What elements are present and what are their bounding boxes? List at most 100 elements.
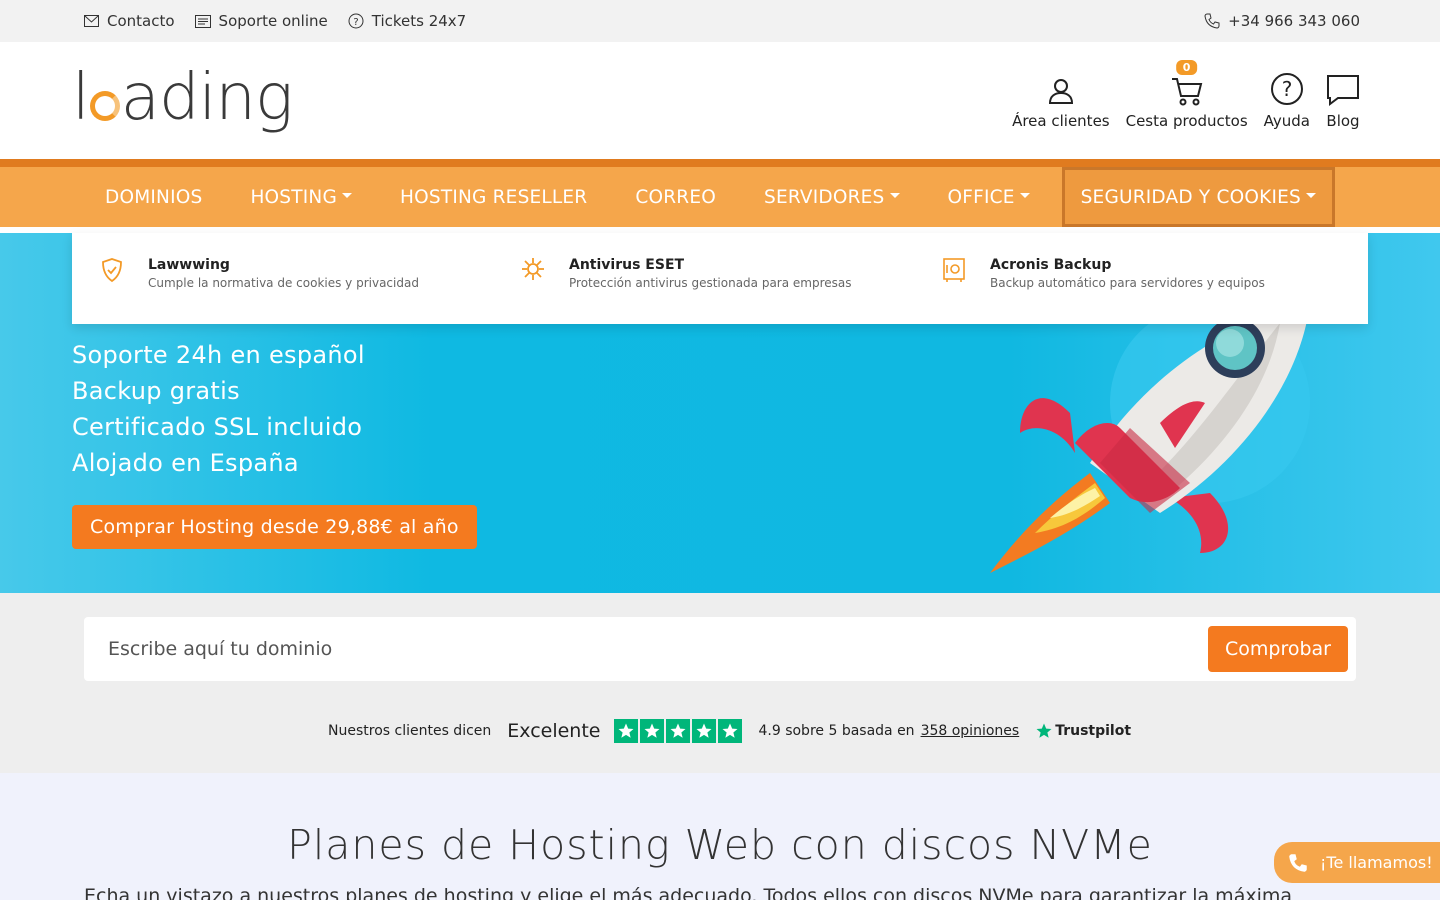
trustpilot-star-icon: [1036, 723, 1052, 738]
support-label: Soporte online: [218, 12, 328, 30]
menu-label: CORREO: [635, 186, 717, 208]
hero-feature: Certificado SSL incluido: [72, 413, 363, 441]
hero-feature: Backup gratis: [72, 377, 240, 405]
help-label: Ayuda: [1263, 111, 1310, 130]
blog-link[interactable]: Blog: [1326, 74, 1360, 130]
cart-icon: [1171, 77, 1202, 105]
main-menu: DOMINIOS HOSTING HOSTING RESELLER CORREO…: [0, 159, 1440, 227]
star-icon: [640, 719, 665, 743]
dropdown-item-description: Cumple la normativa de cookies y privaci…: [148, 276, 419, 290]
callback-button[interactable]: ¡Te llamamos!: [1274, 842, 1440, 883]
buy-hosting-button[interactable]: Comprar Hosting desde 29,88€ al año: [72, 505, 477, 549]
question-circle-icon: ?: [348, 13, 364, 29]
svg-text:?: ?: [353, 17, 358, 28]
safe-box-icon: [943, 258, 965, 282]
cart-label: Cesta productos: [1125, 111, 1248, 130]
check-domain-button[interactable]: Comprobar: [1208, 626, 1348, 672]
dropdown-item-acronis[interactable]: Acronis Backup Backup automático para se…: [942, 257, 1363, 324]
plans-section: Planes de Hosting Web con discos NVMe Ec…: [0, 773, 1440, 900]
hero-features: Soporte 24h en español Backup gratis Cer…: [72, 337, 365, 481]
menu-label: OFFICE: [947, 186, 1015, 208]
trustpilot-brand: Trustpilot: [1055, 723, 1132, 739]
trustpilot-reviews-link[interactable]: 358 opiniones: [921, 723, 1020, 739]
tickets-link[interactable]: ? Tickets 24x7: [348, 12, 466, 30]
client-area-label: Área clientes: [1012, 111, 1110, 130]
phone-ringing-icon: [1289, 853, 1307, 872]
domain-search-input[interactable]: Escribe aquí tu dominio: [108, 638, 332, 660]
domain-search-bar: Escribe aquí tu dominio Comprobar: [84, 617, 1356, 681]
plans-title: Planes de Hosting Web con discos NVMe: [287, 821, 1153, 869]
cart-link[interactable]: 0 Cesta productos: [1125, 59, 1248, 130]
callback-label: ¡Te llamamos!: [1320, 853, 1433, 872]
speech-bubble-icon: [1327, 74, 1359, 106]
user-icon: [1048, 78, 1073, 104]
logo-text-start: l: [72, 60, 90, 135]
seguridad-dropdown-menu: Lawwwing Cumple la normativa de cookies …: [72, 233, 1368, 324]
top-bar-links: Contacto Soporte online ? Tickets 24x7: [84, 12, 466, 30]
caret-down-icon: [1305, 192, 1316, 198]
logo-ring-icon: [89, 90, 120, 121]
contact-link[interactable]: Contacto: [84, 12, 175, 30]
dropdown-item-title: Lawwwing: [148, 257, 230, 273]
cart-count-badge: 0: [1175, 59, 1198, 75]
blog-label: Blog: [1326, 111, 1360, 130]
chat-icon: [194, 14, 211, 28]
menu-hosting[interactable]: HOSTING: [226, 167, 376, 227]
dropdown-item-text: Lawwwing Cumple la normativa de cookies …: [148, 257, 419, 324]
menu-servidores[interactable]: SERVIDORES: [740, 167, 923, 227]
trustpilot-score: 4.9 sobre 5 basada en: [758, 723, 915, 739]
header: l ading Área clientes 0 Cesta productos ?…: [0, 42, 1440, 159]
dropdown-item-lawwwing[interactable]: Lawwwing Cumple la normativa de cookies …: [100, 257, 521, 324]
star-icon: [614, 719, 639, 743]
envelope-icon: [84, 15, 99, 27]
logo-text-end: ading: [120, 60, 294, 135]
dropdown-item-eset[interactable]: Antivirus ESET Protección antivirus gest…: [521, 257, 942, 324]
domain-search-section: Escribe aquí tu dominio Comprobar Nuestr…: [0, 593, 1440, 773]
dropdown-item-text: Acronis Backup Backup automático para se…: [990, 257, 1265, 324]
svg-text:?: ?: [1282, 77, 1293, 101]
tickets-label: Tickets 24x7: [371, 12, 467, 30]
top-bar: Contacto Soporte online ? Tickets 24x7 +…: [0, 0, 1440, 42]
menu-label: SERVIDORES: [764, 186, 885, 208]
phone-link[interactable]: +34 966 343 060: [1204, 12, 1360, 30]
dropdown-item-title: Antivirus ESET: [569, 257, 685, 273]
shield-check-icon: [102, 258, 122, 283]
trustpilot-widget[interactable]: Nuestros clientes dicen Excelente 4.9 so…: [328, 719, 1131, 743]
dropdown-item-title: Acronis Backup: [990, 257, 1112, 273]
menu-dominios[interactable]: DOMINIOS: [81, 167, 226, 227]
dropdown-item-description: Backup automático para servidores y equi…: [990, 276, 1265, 290]
menu-office[interactable]: OFFICE: [924, 167, 1054, 227]
header-nav: Área clientes 0 Cesta productos ? Ayuda …: [1012, 59, 1360, 130]
trustpilot-stars: [614, 719, 743, 743]
caret-down-icon: [1019, 192, 1030, 198]
help-link[interactable]: ? Ayuda: [1264, 72, 1310, 130]
menu-correo[interactable]: CORREO: [611, 167, 740, 227]
help-icon: ?: [1270, 72, 1303, 105]
logo[interactable]: l ading: [72, 60, 294, 135]
caret-down-icon: [889, 192, 900, 198]
menu-label: DOMINIOS: [105, 186, 203, 208]
plans-subtitle: Echa un vistazo a nuestros planes de hos…: [84, 885, 1293, 900]
star-icon: [666, 719, 691, 743]
phone-number: +34 966 343 060: [1228, 12, 1360, 30]
dropdown-item-text: Antivirus ESET Protección antivirus gest…: [569, 257, 852, 324]
hero-feature: Soporte 24h en español: [72, 341, 365, 369]
trustpilot-rating-word: Excelente: [507, 720, 601, 742]
phone-icon: [1204, 13, 1220, 29]
menu-seguridad-cookies[interactable]: SEGURIDAD Y COOKIES: [1061, 167, 1335, 227]
hero-feature: Alojado en España: [72, 449, 299, 477]
virus-icon: [522, 258, 544, 280]
support-link[interactable]: Soporte online: [194, 12, 328, 30]
star-icon: [692, 719, 717, 743]
menu-label: HOSTING: [250, 186, 337, 208]
rocket-illustration: [990, 303, 1310, 573]
menu-hosting-reseller[interactable]: HOSTING RESELLER: [376, 167, 611, 227]
contact-label: Contacto: [107, 12, 175, 30]
trustpilot-intro: Nuestros clientes dicen: [328, 723, 492, 739]
menu-label: HOSTING RESELLER: [400, 186, 588, 208]
client-area-link[interactable]: Área clientes: [1012, 76, 1110, 130]
dropdown-item-description: Protección antivirus gestionada para emp…: [569, 276, 852, 290]
star-icon: [718, 719, 743, 743]
trustpilot-logo: Trustpilot: [1035, 722, 1131, 740]
caret-down-icon: [342, 192, 352, 198]
